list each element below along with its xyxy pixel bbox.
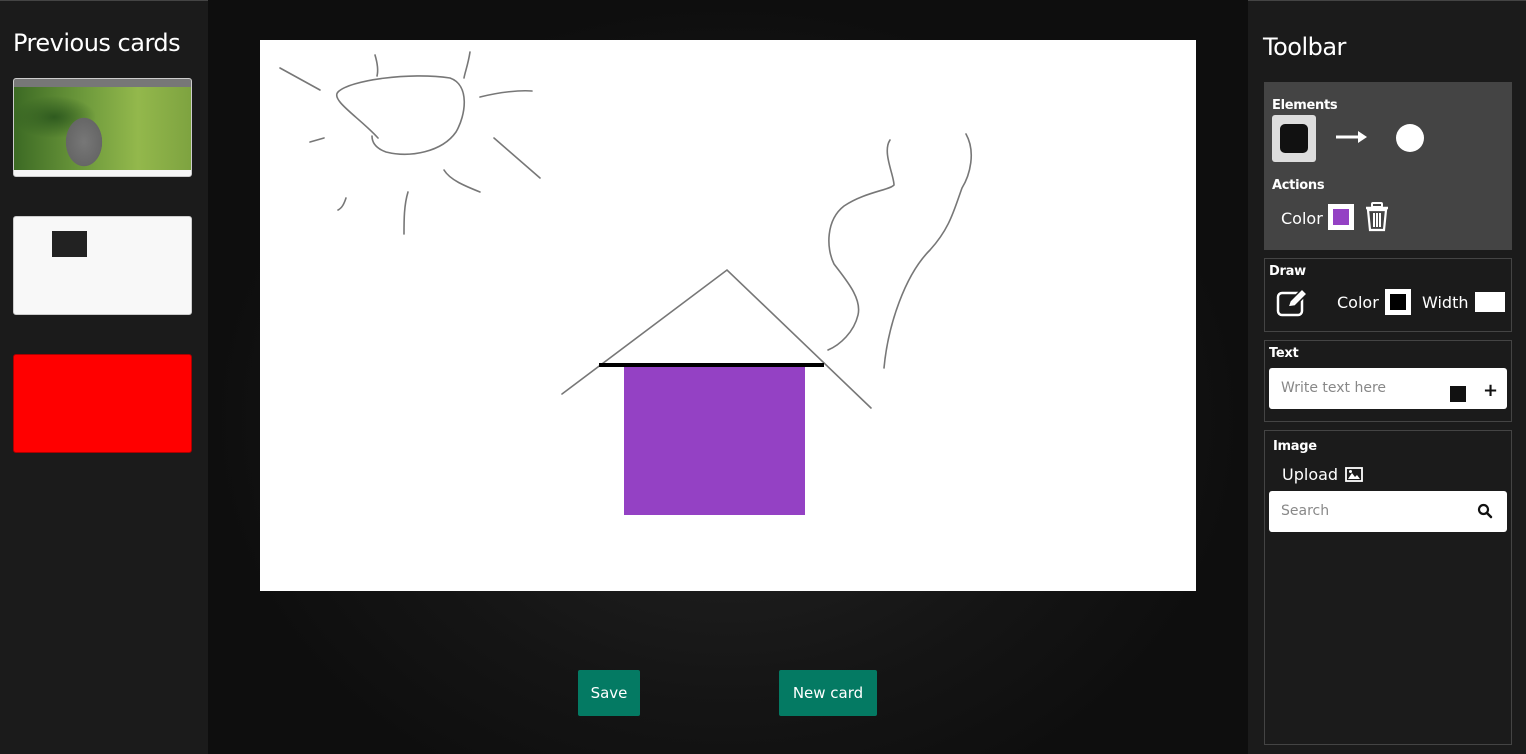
sun-ray [443,169,481,193]
smoke-stroke [827,139,895,351]
sun-ray [403,191,409,235]
elements-label: Elements [1272,98,1338,113]
smoke-stroke [883,133,973,369]
text-input[interactable]: Write text here + [1269,368,1507,409]
drawing-canvas[interactable] [260,40,1196,591]
image-label: Image [1273,439,1317,454]
previous-cards-panel: Previous cards [0,0,208,754]
sun-circle-stroke [335,75,465,155]
arrow-icon[interactable] [1334,126,1368,148]
sun-ray [374,54,379,77]
sun-ray [479,89,533,98]
square-icon [1280,124,1308,153]
actions-color-fill [1333,209,1349,225]
square-element-button[interactable] [1272,115,1316,162]
circle-icon[interactable] [1396,124,1424,152]
add-text-button[interactable]: + [1483,380,1498,401]
text-section: Text Write text here + [1264,340,1512,422]
text-label: Text [1269,346,1299,361]
card-thumb-header [14,79,191,87]
previous-card-3[interactable] [13,354,192,453]
upload-button[interactable]: Upload [1282,465,1364,484]
elements-section: Elements Actions Color [1264,82,1512,250]
toolbar-panel: Toolbar Elements Actions Color Draw Colo… [1248,0,1526,754]
sun-ray [279,67,321,91]
text-input-placeholder: Write text here [1281,380,1387,396]
draw-label: Draw [1269,264,1306,279]
sun-ray [309,137,325,143]
actions-color-swatch[interactable] [1328,204,1354,230]
canvas-drawing [279,51,973,515]
toolbar-title: Toolbar [1263,33,1346,61]
previous-card-2[interactable] [13,216,192,315]
previous-cards-title: Previous cards [13,29,181,57]
image-section: Image Upload Search [1264,430,1512,745]
new-card-button[interactable]: New card [779,670,877,716]
draw-width-input[interactable] [1475,292,1505,312]
image-icon [1345,467,1364,482]
draw-color-label: Color [1337,293,1379,312]
actions-label: Actions [1272,178,1325,193]
previous-card-1[interactable] [13,78,192,177]
actions-color-label: Color [1281,209,1323,228]
trash-icon[interactable] [1364,202,1390,232]
save-button[interactable]: Save [578,670,640,716]
search-icon[interactable] [1477,503,1493,519]
draw-width-label: Width [1422,293,1469,312]
sun-ray [493,137,541,179]
pencil-icon[interactable] [1276,287,1310,317]
sun-ray [463,51,471,79]
image-search-input[interactable]: Search [1269,491,1507,532]
upload-label: Upload [1282,465,1339,484]
editor-area: Save New card [208,0,1248,754]
house-body [624,367,805,515]
draw-color-swatch[interactable] [1385,289,1411,315]
card-thumb-rectangle [52,231,87,257]
draw-color-fill [1390,294,1406,310]
text-color-swatch[interactable] [1450,386,1466,402]
cat-photo-thumbnail [14,87,191,170]
sun-ray [337,197,347,211]
draw-section: Draw Color Width [1264,258,1512,332]
search-placeholder: Search [1281,503,1330,519]
